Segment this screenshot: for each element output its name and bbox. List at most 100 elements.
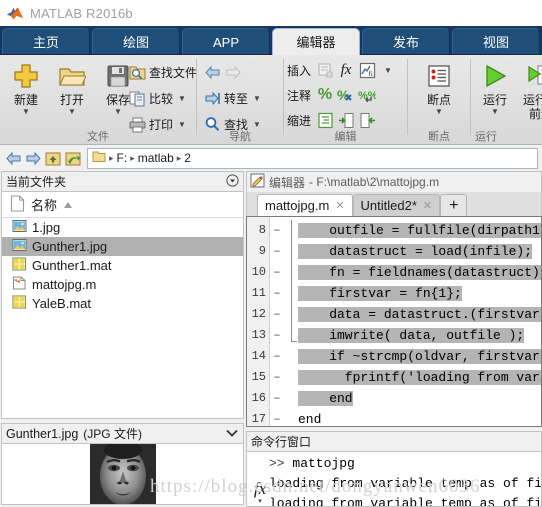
insert-section-icon[interactable] [316, 61, 334, 79]
nav-forward-arrow-icon[interactable] [23, 148, 43, 168]
ribbon-tab-strip: 主页 绘图 APP 编辑器 发布 视图 [0, 26, 542, 55]
list-item[interactable]: mattojpg.m [2, 275, 243, 294]
new-button[interactable]: 新建 ▼ [4, 59, 48, 117]
close-x-icon[interactable]: ✕ [423, 199, 432, 212]
close-x-icon[interactable]: ✕ [335, 199, 344, 212]
path-breadcrumb-bar[interactable]: ▸ F: ▸ matlab ▸ 2 [87, 147, 538, 169]
ribbon-tab-plots[interactable]: 绘图 [92, 28, 180, 55]
nav-up-folder-icon[interactable] [43, 148, 63, 168]
ribbon-tab-apps[interactable]: APP [182, 28, 270, 55]
new-caret-icon[interactable]: ▼ [4, 107, 48, 117]
code-fold-line [291, 220, 292, 342]
find-files-icon [128, 63, 146, 81]
file-list-column-header[interactable]: 名称 [2, 192, 243, 218]
comment-row[interactable]: 注释 % % %% [287, 84, 379, 106]
arrow-back-icon[interactable] [203, 63, 221, 81]
breadcrumb-matlab[interactable]: matlab [138, 151, 174, 165]
current-folder-file-list[interactable]: 名称 1.jpg Gunther1.jpg Gunther1.mat matto… [1, 192, 244, 419]
nav-arrows[interactable] [203, 61, 245, 83]
editor-breakpoint-column[interactable]: – – – – – – – – – – [270, 217, 284, 426]
command-prompt: >> [269, 456, 293, 471]
ribbon-group-breakpoints-label: 断点 [428, 131, 450, 143]
code-line[interactable]: fprintf('loading from varia [298, 367, 541, 388]
line-mark[interactable]: – [270, 325, 284, 346]
matlab-membrane-logo [7, 7, 23, 20]
insert-caret-icon[interactable]: ▼ [384, 66, 392, 75]
open-button[interactable]: 打开 ▼ [50, 59, 94, 117]
svg-text:%: % [337, 87, 350, 103]
wrap-comment-icon[interactable]: %% [358, 86, 376, 104]
code-line[interactable]: if ~strcmp(oldvar, firstvar) [298, 346, 541, 367]
code-line[interactable]: outfile = fullfile(dirpath1, [298, 220, 541, 241]
editor-tab-untitled2[interactable]: Untitled2* ✕ [352, 194, 441, 216]
run-button-label: 运行 [482, 93, 507, 107]
command-text: loading from variable temp as of file [269, 476, 542, 491]
fx-function-icon[interactable]: fx [337, 61, 355, 79]
line-mark[interactable]: – [270, 220, 284, 241]
uncomment-icon[interactable]: % [337, 86, 355, 104]
breadcrumb-folder-2[interactable]: 2 [184, 151, 191, 165]
open-caret-icon[interactable]: ▼ [50, 107, 94, 117]
code-line[interactable]: firstvar = fn{1}; [298, 283, 541, 304]
line-mark[interactable]: – [270, 241, 284, 262]
command-window-output[interactable]: >> mattojpg loading from variable temp a… [246, 451, 542, 507]
code-line[interactable]: data = datastruct.(firstvar); [298, 304, 541, 325]
code-line[interactable]: fn = fieldnames(datastruct); [298, 262, 541, 283]
breadcrumb-separator-3: ▸ [176, 152, 182, 163]
code-line[interactable]: end [298, 388, 541, 409]
fx-function-browser-button[interactable]: fx ▾ [249, 479, 271, 505]
breadcrumb-separator-2: ▸ [130, 152, 135, 163]
run-and-advance-button[interactable]: 运行并 前进 [519, 59, 542, 121]
list-item[interactable]: YaleB.mat [2, 294, 243, 313]
line-mark[interactable]: – [270, 283, 284, 304]
indent-left-icon[interactable] [358, 111, 376, 129]
goto-button[interactable]: 转至 ▼ [203, 87, 261, 109]
line-mark[interactable]: – [270, 388, 284, 409]
nav-back-arrow-icon[interactable] [3, 148, 23, 168]
editor-code-fold-column[interactable] [284, 217, 298, 426]
m-file-icon [12, 276, 27, 293]
percent-comment-icon[interactable]: % [316, 86, 334, 104]
file-preview-panel: Gunther1.jpg (JPG 文件) [1, 423, 244, 506]
list-item[interactable]: 1.jpg [2, 218, 243, 237]
nav-browse-icon[interactable] [63, 148, 83, 168]
current-folder-title: 当前文件夹 [6, 175, 67, 189]
code-line[interactable]: end [298, 409, 541, 426]
line-mark[interactable]: – [270, 346, 284, 367]
list-item[interactable]: Gunther1.mat [2, 256, 243, 275]
new-editor-tab-button[interactable]: + [440, 194, 468, 216]
breadcrumb-drive[interactable]: F: [117, 151, 128, 165]
insert-row[interactable]: 插入 fx fi ▼ [287, 59, 392, 81]
find-files-button[interactable]: 查找文件 [128, 61, 197, 83]
ribbon-tab-editor[interactable]: 编辑器 [272, 28, 360, 55]
line-mark[interactable]: – [270, 367, 284, 388]
editor-line-number-gutter: 8 9 10 11 12 13 14 15 16 17 [247, 217, 270, 426]
compare-button[interactable]: 比较 ▼ [128, 87, 186, 109]
panel-options-chevron-icon[interactable] [226, 173, 239, 190]
command-text: mattojpg [292, 456, 355, 471]
code-line[interactable]: datastruct = load(infile); [298, 241, 541, 262]
editor-tab-mattojpg[interactable]: mattojpg.m ✕ [257, 194, 353, 216]
ribbon-tab-publish[interactable]: 发布 [362, 28, 450, 55]
indent-right-icon[interactable] [337, 111, 355, 129]
list-item[interactable]: Gunther1.jpg [2, 237, 243, 256]
ribbon-tab-home[interactable]: 主页 [2, 28, 90, 55]
run-caret-icon[interactable]: ▼ [473, 107, 517, 117]
breakpoints-caret-icon[interactable]: ▼ [417, 107, 461, 117]
smart-indent-icon[interactable] [316, 111, 334, 129]
line-mark[interactable]: – [270, 262, 284, 283]
chevron-down-icon[interactable] [225, 427, 239, 441]
breakpoints-button[interactable]: 断点 ▼ [417, 59, 461, 117]
editor-code-lines[interactable]: outfile = fullfile(dirpath1, datastruct … [298, 217, 541, 426]
line-mark[interactable]: – [270, 304, 284, 325]
line-mark[interactable]: – [270, 409, 284, 426]
arrow-forward-icon [224, 63, 242, 81]
run-button[interactable]: 运行 ▼ [473, 59, 517, 117]
editor-code-area[interactable]: 8 9 10 11 12 13 14 15 16 17 – – – – – – … [246, 216, 542, 427]
figure-fi-icon[interactable]: fi [358, 61, 376, 79]
code-line[interactable]: imwrite( data, outfile ); [298, 325, 541, 346]
ribbon-tab-view[interactable]: 视图 [452, 28, 540, 55]
compare-caret-icon[interactable]: ▼ [178, 94, 186, 103]
goto-caret-icon[interactable]: ▼ [253, 94, 261, 103]
sort-ascending-icon[interactable] [63, 197, 73, 212]
